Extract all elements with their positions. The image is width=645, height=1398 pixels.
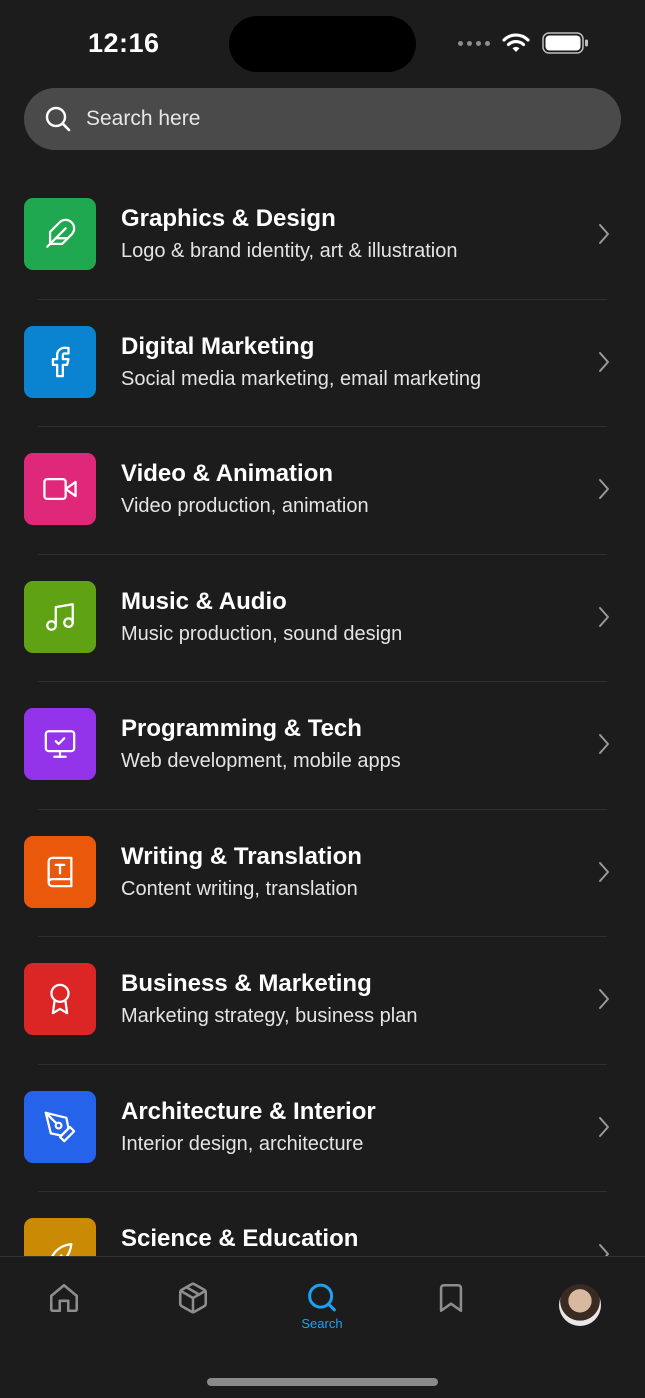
- category-tile: [24, 453, 96, 525]
- wifi-icon: [502, 33, 530, 52]
- category-tile: [24, 580, 96, 653]
- facebook-icon: [51, 346, 70, 377]
- chevron-right-icon: [599, 224, 609, 244]
- tab-bar: Search: [0, 1256, 645, 1398]
- category-row-digital-marketing[interactable]: Digital Marketing Social media marketing…: [0, 300, 645, 427]
- category-subtitle: Web development, mobile apps: [121, 750, 401, 772]
- home-indicator: [207, 1378, 438, 1386]
- award-icon: [50, 983, 70, 1015]
- monitor-icon: [44, 730, 76, 758]
- category-title: Science & Education: [121, 1225, 359, 1252]
- category-title: Graphics & Design: [121, 205, 336, 232]
- category-title: Architecture & Interior: [121, 1097, 376, 1125]
- music-note-icon: [46, 602, 74, 631]
- cellular-signal-icon: [458, 40, 490, 46]
- app-screen: 12:16 Search here Graphics & Design Logo…: [0, 0, 645, 1398]
- category-subtitle: Social media marketing, email marketing: [121, 367, 482, 390]
- tab-saved[interactable]: [426, 1281, 476, 1331]
- category-title: Music & Audio: [121, 587, 287, 615]
- category-row-architecture-interior[interactable]: Architecture & Interior Interior design,…: [0, 1065, 645, 1192]
- category-subtitle: Marketing strategy, business plan: [121, 1005, 418, 1027]
- category-title: Video & Animation: [121, 460, 334, 487]
- category-row-graphics-design[interactable]: Graphics & Design Logo & brand identity,…: [0, 172, 645, 300]
- category-title: Digital Marketing: [121, 332, 315, 360]
- chevron-right-icon: [599, 606, 609, 627]
- category-subtitle: Interior design, architecture: [121, 1132, 364, 1155]
- chevron-right-icon: [599, 1116, 609, 1137]
- search-bar[interactable]: Search here: [24, 88, 621, 150]
- category-subtitle: Logo & brand identity, art & illustratio…: [121, 240, 458, 262]
- chevron-right-icon: [599, 479, 609, 499]
- chevron-right-icon: [599, 989, 609, 1009]
- category-tile: [24, 325, 96, 398]
- bookmark-icon: [439, 1283, 463, 1313]
- category-row-writing-translation[interactable]: Writing & Translation Content writing, t…: [0, 810, 645, 937]
- tab-orders[interactable]: [168, 1281, 218, 1331]
- battery-icon: [542, 32, 588, 54]
- avatar[interactable]: [559, 1284, 601, 1326]
- tab-home[interactable]: [39, 1281, 89, 1331]
- chevron-right-icon: [599, 351, 609, 372]
- box-icon: [178, 1282, 208, 1314]
- dynamic-island: [229, 16, 416, 72]
- category-row-programming-tech[interactable]: Programming & Tech Web development, mobi…: [0, 682, 645, 810]
- video-camera-icon: [43, 477, 77, 501]
- category-row-business-marketing[interactable]: Business & Marketing Marketing strategy,…: [0, 937, 645, 1065]
- category-title: Programming & Tech: [121, 715, 362, 742]
- pen-tool-icon: [44, 1111, 76, 1142]
- tab-search[interactable]: Search: [297, 1281, 347, 1331]
- category-row-video-animation[interactable]: Video & Animation Video production, anim…: [0, 427, 645, 555]
- category-tile: [24, 1090, 96, 1163]
- category-subtitle: Content writing, translation: [121, 877, 358, 900]
- category-title: Business & Marketing: [121, 970, 372, 997]
- category-tile: [24, 708, 96, 780]
- search-icon: [45, 106, 71, 132]
- book-icon: [47, 856, 73, 887]
- category-subtitle: Music production, sound design: [121, 622, 403, 645]
- search-icon: [308, 1283, 336, 1312]
- search-placeholder: Search here: [86, 107, 201, 130]
- category-subtitle: Video production, animation: [121, 495, 369, 517]
- chevron-right-icon: [599, 861, 609, 882]
- category-tile: [24, 835, 96, 908]
- feather-icon: [46, 218, 76, 248]
- status-icons: [458, 32, 589, 54]
- category-tile: [24, 963, 96, 1035]
- home-icon: [49, 1283, 79, 1313]
- tab-search-label: Search: [301, 1316, 343, 1331]
- category-list: Graphics & Design Logo & brand identity,…: [0, 172, 645, 1320]
- category-tile: [24, 198, 96, 270]
- status-time: 12:16: [88, 28, 160, 58]
- chevron-right-icon: [599, 734, 609, 754]
- category-row-music-audio[interactable]: Music & Audio Music production, sound de…: [0, 555, 645, 682]
- category-title: Writing & Translation: [121, 842, 362, 870]
